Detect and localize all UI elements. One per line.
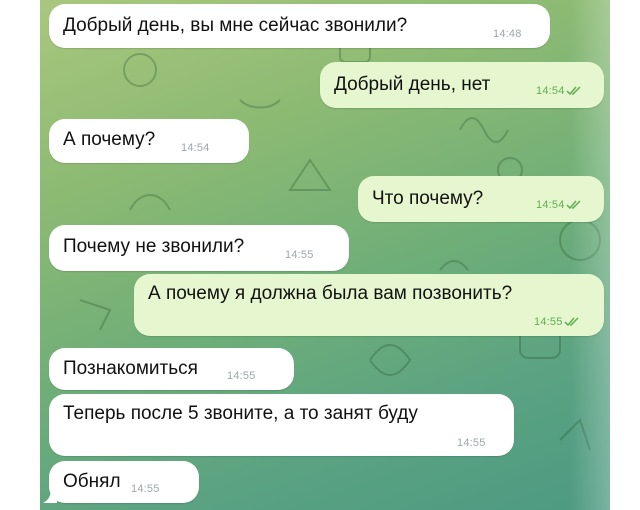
message-bubble-incoming[interactable]: Познакомиться 14:55 xyxy=(49,348,294,390)
message-time: 14:54 xyxy=(181,142,210,154)
message-bubble-incoming[interactable]: А почему? 14:54 xyxy=(49,119,249,163)
message-text: А почему я должна была вам позвонить? xyxy=(148,283,513,304)
message-bubble-incoming[interactable]: Теперь после 5 звоните, а то занят буду … xyxy=(49,394,514,456)
message-time: 14:55 xyxy=(285,249,314,261)
bubble-tail-icon xyxy=(43,489,57,503)
double-check-icon xyxy=(566,200,581,210)
message-text: Добрый день, нет xyxy=(334,74,491,95)
message-time: 14:48 xyxy=(493,28,522,40)
message-bubble-outgoing[interactable]: А почему я должна была вам позвонить? 14… xyxy=(134,274,604,336)
message-text: Познакомиться xyxy=(63,358,198,379)
message-bubble-outgoing[interactable]: Добрый день, нет 14:54 xyxy=(320,62,604,108)
message-bubble-incoming[interactable]: Почему не звонили? 14:55 xyxy=(49,225,349,271)
double-check-icon xyxy=(564,317,579,327)
message-text: Что почему? xyxy=(372,188,484,209)
message-bubble-outgoing[interactable]: Что почему? 14:54 xyxy=(358,176,604,222)
message-time: 14:54 xyxy=(536,85,565,97)
message-bubble-incoming[interactable]: Обнял 14:55 xyxy=(43,461,199,503)
message-text: Обнял xyxy=(63,471,121,492)
screenshot-frame: Добрый день, вы мне сейчас звонили? 14:4… xyxy=(0,0,640,510)
double-check-icon xyxy=(566,86,581,96)
message-time: 14:54 xyxy=(536,199,565,211)
message-text: Добрый день, вы мне сейчас звонили? xyxy=(63,15,408,36)
message-time: 14:55 xyxy=(457,437,486,449)
message-time: 14:55 xyxy=(131,483,160,495)
message-text: Теперь после 5 звоните, а то занят буду xyxy=(63,403,418,424)
message-bubble-incoming[interactable]: Добрый день, вы мне сейчас звонили? 14:4… xyxy=(49,4,550,48)
message-text: А почему? xyxy=(63,129,156,150)
message-time: 14:55 xyxy=(534,316,563,328)
message-time: 14:55 xyxy=(227,370,256,382)
message-text: Почему не звонили? xyxy=(63,236,245,257)
